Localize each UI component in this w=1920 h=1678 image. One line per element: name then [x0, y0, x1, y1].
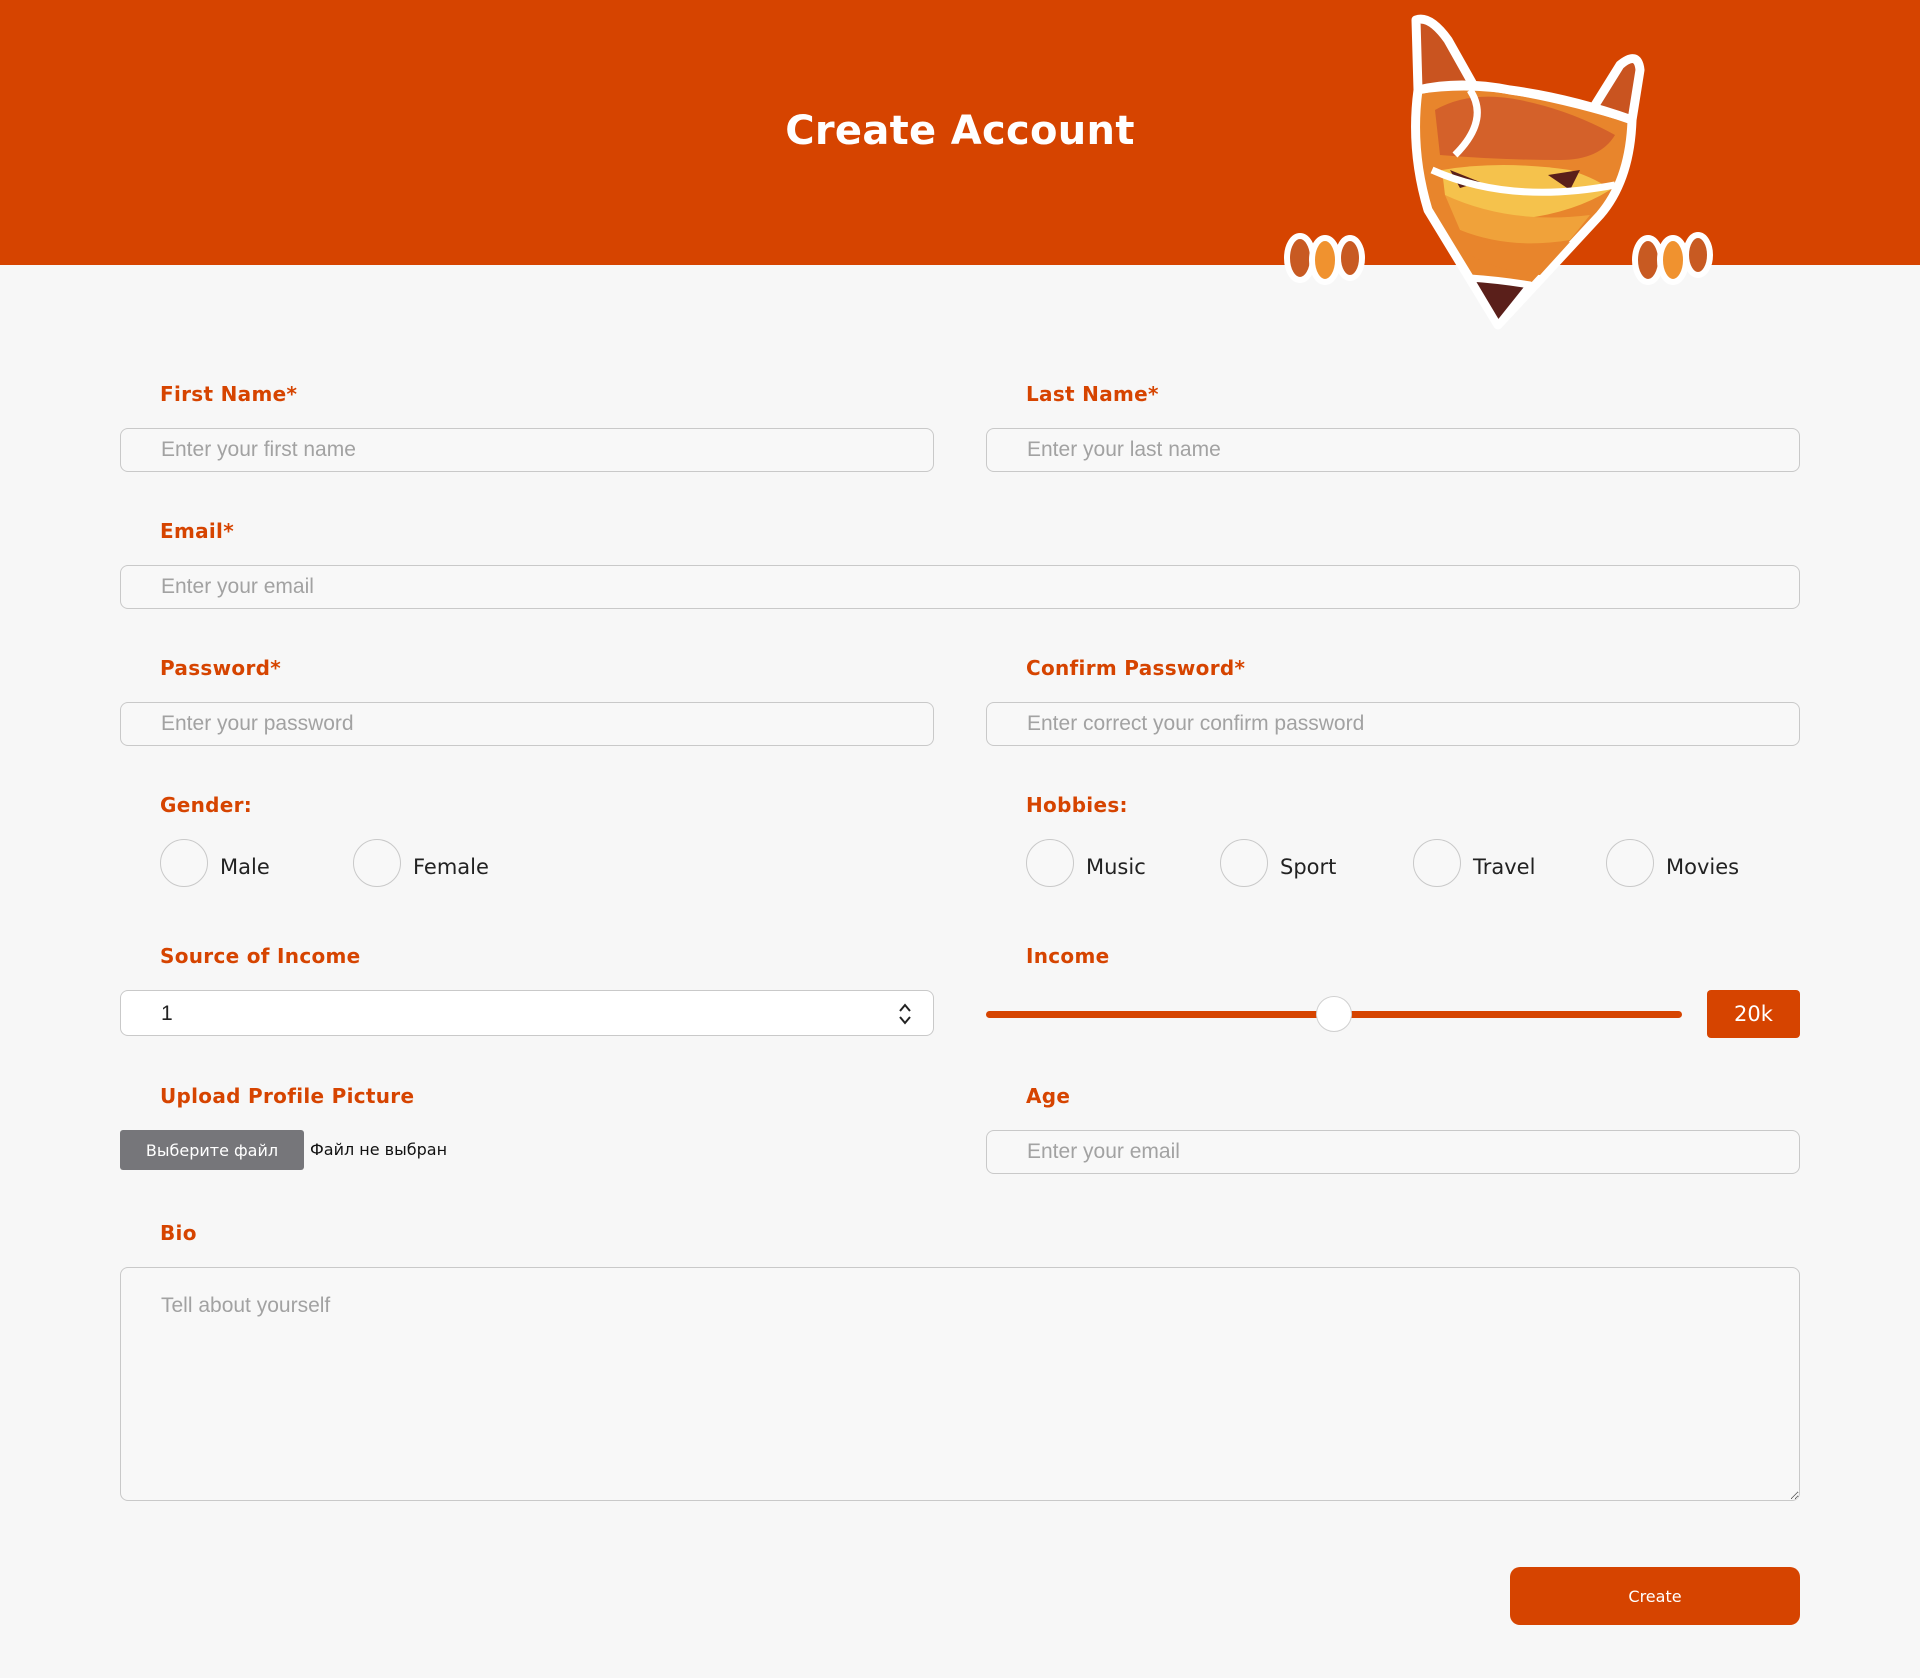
hobby-sport-radio[interactable]	[1220, 839, 1268, 887]
hobby-travel-label: Travel	[1473, 855, 1536, 879]
age-label: Age	[1026, 1084, 1071, 1108]
bio-label: Bio	[160, 1221, 197, 1245]
gender-male-radio[interactable]	[160, 839, 208, 887]
fox-right-paw	[1632, 232, 1713, 285]
chevron-up-down-icon	[899, 1003, 911, 1025]
create-button[interactable]: Create	[1510, 1567, 1800, 1625]
gender-female-radio[interactable]	[353, 839, 401, 887]
hobby-movies-radio[interactable]	[1606, 839, 1654, 887]
fox-mascot-icon	[1284, 14, 1713, 330]
hobbies-label: Hobbies:	[1026, 793, 1128, 817]
gender-female-label: Female	[413, 855, 489, 879]
email-input[interactable]	[120, 565, 1800, 609]
confirm-password-label: Confirm Password*	[1026, 656, 1246, 680]
file-status-text: Файл не выбран	[310, 1140, 448, 1159]
page-header: Create Account	[0, 0, 1920, 330]
income-value-badge: 20k	[1707, 990, 1800, 1038]
hobby-movies-label: Movies	[1666, 855, 1740, 879]
source-of-income-select[interactable]: 1	[120, 990, 934, 1036]
hobby-travel-radio[interactable]	[1413, 839, 1461, 887]
gender-label: Gender:	[160, 793, 253, 817]
hobby-music-radio[interactable]	[1026, 839, 1074, 887]
choose-file-button[interactable]: Выберите файл	[120, 1130, 304, 1170]
hobby-sport-label: Sport	[1280, 855, 1337, 879]
gender-male-label: Male	[220, 855, 270, 879]
password-input[interactable]	[120, 702, 934, 746]
first-name-label: First Name*	[160, 382, 298, 406]
first-name-input[interactable]	[120, 428, 934, 472]
income-slider-thumb[interactable]	[1316, 996, 1352, 1032]
last-name-input[interactable]	[986, 428, 1800, 472]
last-name-label: Last Name*	[1026, 382, 1159, 406]
password-label: Password*	[160, 656, 281, 680]
upload-label: Upload Profile Picture	[160, 1084, 415, 1108]
source-of-income-value: 1	[161, 1002, 173, 1025]
fox-left-paw	[1284, 233, 1365, 285]
email-label: Email*	[160, 519, 234, 543]
age-input[interactable]	[986, 1130, 1800, 1174]
income-label: Income	[1026, 944, 1110, 968]
confirm-password-input[interactable]	[986, 702, 1800, 746]
source-of-income-label: Source of Income	[160, 944, 361, 968]
hobby-music-label: Music	[1086, 855, 1146, 879]
bio-textarea[interactable]	[120, 1267, 1800, 1501]
